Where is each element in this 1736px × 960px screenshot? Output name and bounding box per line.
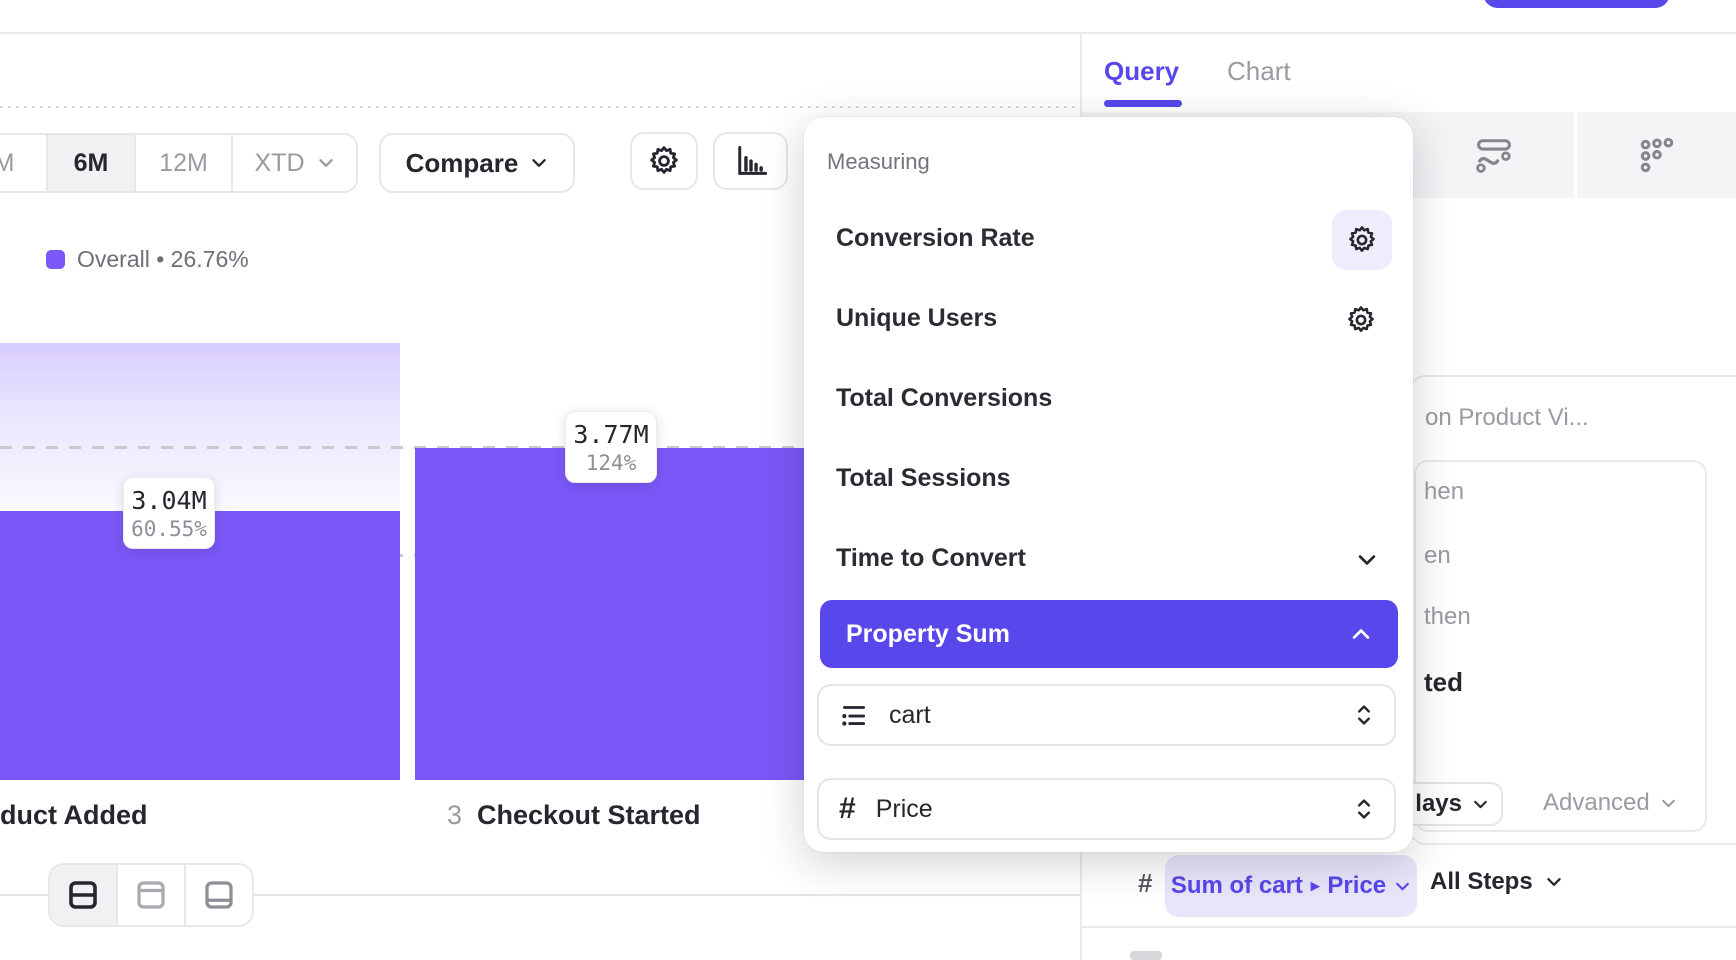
all-steps-button[interactable]: All Steps: [1430, 868, 1563, 896]
layout-toggle-split[interactable]: [50, 865, 116, 925]
chevron-down-icon: [530, 154, 548, 172]
range-button-xtd[interactable]: XTD: [231, 133, 358, 193]
card-title-fragment: on Product Vi...: [1425, 404, 1589, 432]
header-divider: [0, 32, 1736, 34]
range-button-m[interactable]: M: [0, 133, 46, 193]
primary-button[interactable]: [1483, 0, 1670, 8]
layout-toggle-footer[interactable]: [186, 865, 252, 925]
chevron-down-icon: [1472, 796, 1489, 813]
gear-icon: [1345, 304, 1377, 336]
legend-label: Overall • 26.76%: [77, 246, 249, 273]
tooltip-value: 3.77M: [566, 420, 656, 449]
window-label-fragment: lays: [1415, 790, 1462, 818]
step-fragment-4: ted: [1424, 667, 1463, 698]
chevron-down-icon: [1545, 873, 1563, 891]
step-fragment-1: hen: [1424, 478, 1464, 506]
range-button-6m[interactable]: 6M: [46, 133, 134, 193]
metric-chip-text: Sum of cart: [1171, 872, 1303, 900]
gear-icon: [647, 144, 681, 178]
list-icon: [839, 700, 869, 730]
all-steps-label: All Steps: [1430, 868, 1533, 896]
menu-item-time-to-convert[interactable]: Time to Convert: [836, 544, 1256, 573]
footer-divider: [1082, 926, 1736, 928]
legend[interactable]: Overall • 26.76%: [46, 246, 249, 273]
property-sum-label: Property Sum: [846, 620, 1010, 649]
histogram-icon: [733, 143, 769, 179]
flow-icon: [1475, 137, 1513, 173]
more-views-button[interactable]: [1638, 137, 1676, 175]
flow-view-button[interactable]: [1475, 137, 1513, 173]
metric-chip-property: Price: [1327, 872, 1386, 900]
header-top-layout-icon: [133, 877, 169, 913]
menu-item-total-sessions[interactable]: Total Sessions: [836, 464, 1256, 493]
step-fragment-3: then: [1424, 603, 1471, 631]
tooltip-value: 3.04M: [124, 486, 214, 515]
advanced-button[interactable]: Advanced: [1543, 789, 1677, 817]
bar-tooltip-1: 3.04M 60.55%: [123, 477, 215, 549]
menu-item-conversion-rate[interactable]: Conversion Rate: [836, 224, 1256, 253]
chart-settings-button[interactable]: [630, 132, 698, 190]
tab-query[interactable]: Query: [1104, 56, 1179, 87]
funnel-bar-checkout-started[interactable]: [415, 448, 810, 780]
property-select[interactable]: cart: [817, 684, 1396, 746]
chart-type-button[interactable]: [713, 132, 788, 190]
subproperty-select-value: Price: [876, 795, 933, 824]
chevron-down-icon: [1394, 878, 1411, 895]
step-number: 3: [447, 800, 462, 831]
step-label-checkout-started: Checkout Started: [477, 800, 701, 831]
range-xtd-label: XTD: [255, 149, 305, 178]
range-m-label: M: [0, 149, 14, 178]
menu-item-property-sum[interactable]: Property Sum: [820, 600, 1398, 668]
tooltip-percent: 60.55%: [124, 517, 214, 541]
footer-bottom-layout-icon: [201, 877, 237, 913]
chevron-down-icon: [317, 154, 335, 172]
layout-toggle-header[interactable]: [118, 865, 184, 925]
updown-icon: [1354, 797, 1374, 821]
step-fragment-2: en: [1424, 542, 1451, 570]
legend-swatch: [46, 250, 65, 269]
updown-icon: [1354, 703, 1374, 727]
compare-button[interactable]: Compare: [379, 133, 575, 193]
menu-item-unique-users[interactable]: Unique Users: [836, 304, 1256, 333]
dots-grid-icon: [1638, 137, 1676, 175]
range-12m-label: 12M: [159, 149, 208, 178]
scroll-fragment: [1130, 951, 1162, 960]
compare-label: Compare: [406, 148, 519, 179]
property-select-value: cart: [889, 701, 931, 730]
advanced-label: Advanced: [1543, 789, 1650, 817]
measuring-title: Measuring: [827, 149, 930, 175]
step-label-product-added: duct Added: [0, 800, 148, 831]
range-button-12m[interactable]: 12M: [134, 133, 231, 193]
toolbar-cell-divider: [1574, 112, 1577, 198]
funnel-bar-product-added[interactable]: [0, 511, 400, 780]
chevron-up-icon: [1350, 623, 1372, 645]
chevron-down-icon: [1660, 795, 1677, 812]
subproperty-select[interactable]: # Price: [817, 778, 1396, 840]
tooltip-percent: 124%: [566, 451, 656, 475]
metric-chip[interactable]: Sum of cart ▸ Price: [1165, 855, 1417, 917]
hash-icon: #: [839, 792, 856, 826]
menu-item-total-conversions[interactable]: Total Conversions: [836, 384, 1256, 413]
split-rows-layout-icon: [65, 877, 101, 913]
app-root: M 6M 12M XTD Compare Overall • 26.76%: [0, 0, 1736, 960]
caret-right-icon: ▸: [1311, 876, 1320, 896]
unique-users-settings-button[interactable]: [1345, 304, 1377, 336]
hash-icon: #: [1138, 868, 1152, 899]
gear-icon: [1346, 224, 1378, 256]
range-6m-label: 6M: [74, 149, 109, 178]
conversion-window-button[interactable]: lays: [1400, 782, 1503, 826]
chevron-down-icon[interactable]: [1356, 549, 1378, 571]
layout-toggle-group: [48, 863, 254, 927]
bar-tooltip-2: 3.77M 124%: [565, 411, 657, 483]
active-tab-underline: [1104, 100, 1182, 107]
conversion-rate-settings-button[interactable]: [1332, 210, 1392, 270]
tab-chart[interactable]: Chart: [1227, 56, 1291, 87]
chart-card-top-border: [0, 106, 1080, 108]
query-steps-box: [1414, 460, 1707, 832]
